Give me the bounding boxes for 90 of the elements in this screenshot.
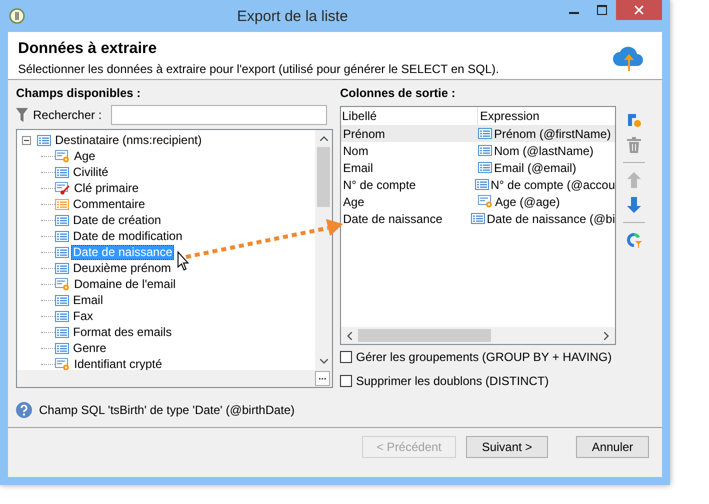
tree-item[interactable]: Fax (71, 308, 96, 324)
list-icon (55, 166, 69, 178)
tree-item[interactable]: Identifiant crypté (72, 356, 164, 370)
list-icon (55, 198, 69, 210)
help-icon (16, 402, 32, 418)
table-cell-text: Date de naissance (342, 212, 444, 226)
list-icon (478, 145, 492, 156)
refresh-filter-icon[interactable] (626, 232, 642, 248)
tree-item[interactable]: Domaine de l'email (72, 276, 178, 292)
tree-item[interactable]: Format des emails (71, 324, 174, 340)
list-icon (55, 342, 69, 354)
column-header[interactable]: Libellé (341, 109, 377, 123)
close-button[interactable] (616, 0, 662, 20)
minimize-icon (569, 12, 579, 14)
close-icon (634, 5, 644, 15)
list-icon (478, 128, 492, 139)
section-label: Champs disponibles : (16, 86, 142, 102)
scrollbar[interactable] (315, 130, 332, 370)
list-gear-icon (55, 278, 70, 290)
list-icon (55, 246, 69, 258)
table-row[interactable]: Prénom Prénom (@firstName) (341, 125, 615, 142)
section-label: Colonnes de sortie : (340, 86, 456, 102)
page-heading: Données à extraire (18, 40, 158, 58)
collapse-icon[interactable] (22, 136, 31, 144)
table-cell: N° de compte (@accou (490, 178, 615, 192)
table-cell: Date de naissance (@bi (486, 212, 615, 226)
table-cell-text: N° de compte (342, 178, 417, 192)
list-icon (470, 213, 485, 224)
tree-item[interactable]: Genre (71, 340, 108, 356)
checkbox-label[interactable]: Gérer les groupements (GROUP BY + HAVING) (356, 350, 612, 364)
scroll-right-icon[interactable] (604, 332, 609, 340)
list-key-icon (55, 182, 70, 194)
table-row[interactable]: Age Age (@age) (341, 193, 615, 210)
down-arrow-icon[interactable] (626, 197, 642, 213)
list-icon (37, 134, 51, 146)
checkbox-label[interactable]: Supprimer les doublons (DISTINCT) (356, 374, 549, 388)
tree-item[interactable]: Deuxième prénom (71, 260, 174, 276)
table-cell-text: Age (342, 194, 366, 208)
table-cell-text: Email (342, 160, 374, 174)
table-row[interactable]: Nom Nom (@lastName) (341, 142, 615, 159)
list-icon (55, 310, 69, 322)
list-gear-icon (55, 358, 70, 370)
list-icon (55, 294, 69, 306)
list-icon (55, 230, 69, 242)
app-icon (9, 8, 25, 24)
list-icon (474, 179, 489, 190)
scroll-down-icon[interactable] (320, 359, 328, 364)
table-row[interactable]: Date de naissance Date de naissance (@bi (341, 210, 615, 227)
tree-item[interactable]: Clé primaire (72, 180, 141, 196)
wizard-button[interactable]: Suivant > (466, 436, 548, 458)
maximize-icon (597, 5, 607, 15)
scrollbar-thumb[interactable] (358, 329, 491, 342)
table-row[interactable]: Email Email (@email) (341, 159, 615, 176)
horizontal-scrollbar[interactable] (341, 327, 615, 344)
tree-item[interactable]: Destinataire (nms:recipient) (53, 132, 204, 148)
tree-item[interactable]: Civilité (71, 164, 110, 180)
tree-item[interactable]: Age (72, 148, 98, 164)
tree-item[interactable]: Date de modification (71, 228, 184, 244)
search-label: Rechercher : (33, 108, 102, 122)
list-icon (55, 262, 69, 274)
table-cell-text: Nom (342, 144, 370, 158)
scroll-up-icon[interactable] (320, 136, 328, 141)
filter-icon (16, 108, 28, 122)
list-gear-icon (478, 195, 493, 208)
table-cell: Email (@email) (494, 160, 576, 174)
checkbox[interactable] (340, 351, 352, 363)
list-icon (478, 162, 492, 173)
search-field[interactable] (110, 105, 327, 125)
tree-item[interactable]: Commentaire (71, 196, 148, 212)
column-header[interactable]: Expression (478, 109, 615, 123)
scroll-left-icon[interactable] (347, 332, 352, 340)
page-description: Sélectionner les données à extraire pour l'export (utilisé pour générer le SELECT en SQL). (18, 62, 500, 76)
table-cell: Prénom (@firstName) (494, 126, 611, 140)
tree-item[interactable]: Date de création (71, 212, 164, 228)
tree-item[interactable]: Email (71, 292, 106, 308)
add-column-icon[interactable] (626, 112, 642, 128)
window-title: Export de la liste (236, 8, 349, 24)
table-cell: Nom (@lastName) (494, 144, 594, 158)
list-icon (55, 214, 69, 226)
wizard-button[interactable]: Annuler (576, 436, 649, 458)
more-button[interactable] (315, 371, 330, 386)
list-gear-icon (55, 150, 70, 162)
checkbox[interactable] (340, 375, 352, 387)
status-text: Champ SQL 'tsBirth' de type 'Date' (@birthDate) (39, 403, 295, 417)
scrollbar-thumb[interactable] (317, 147, 330, 207)
list-icon (55, 326, 69, 338)
mouse-cursor-icon (178, 250, 190, 271)
table-cell: Age (@age) (495, 194, 560, 208)
table-row[interactable]: N° de compte N° de compte (@accou (341, 176, 615, 193)
table-cell-text: Prénom (342, 126, 386, 140)
